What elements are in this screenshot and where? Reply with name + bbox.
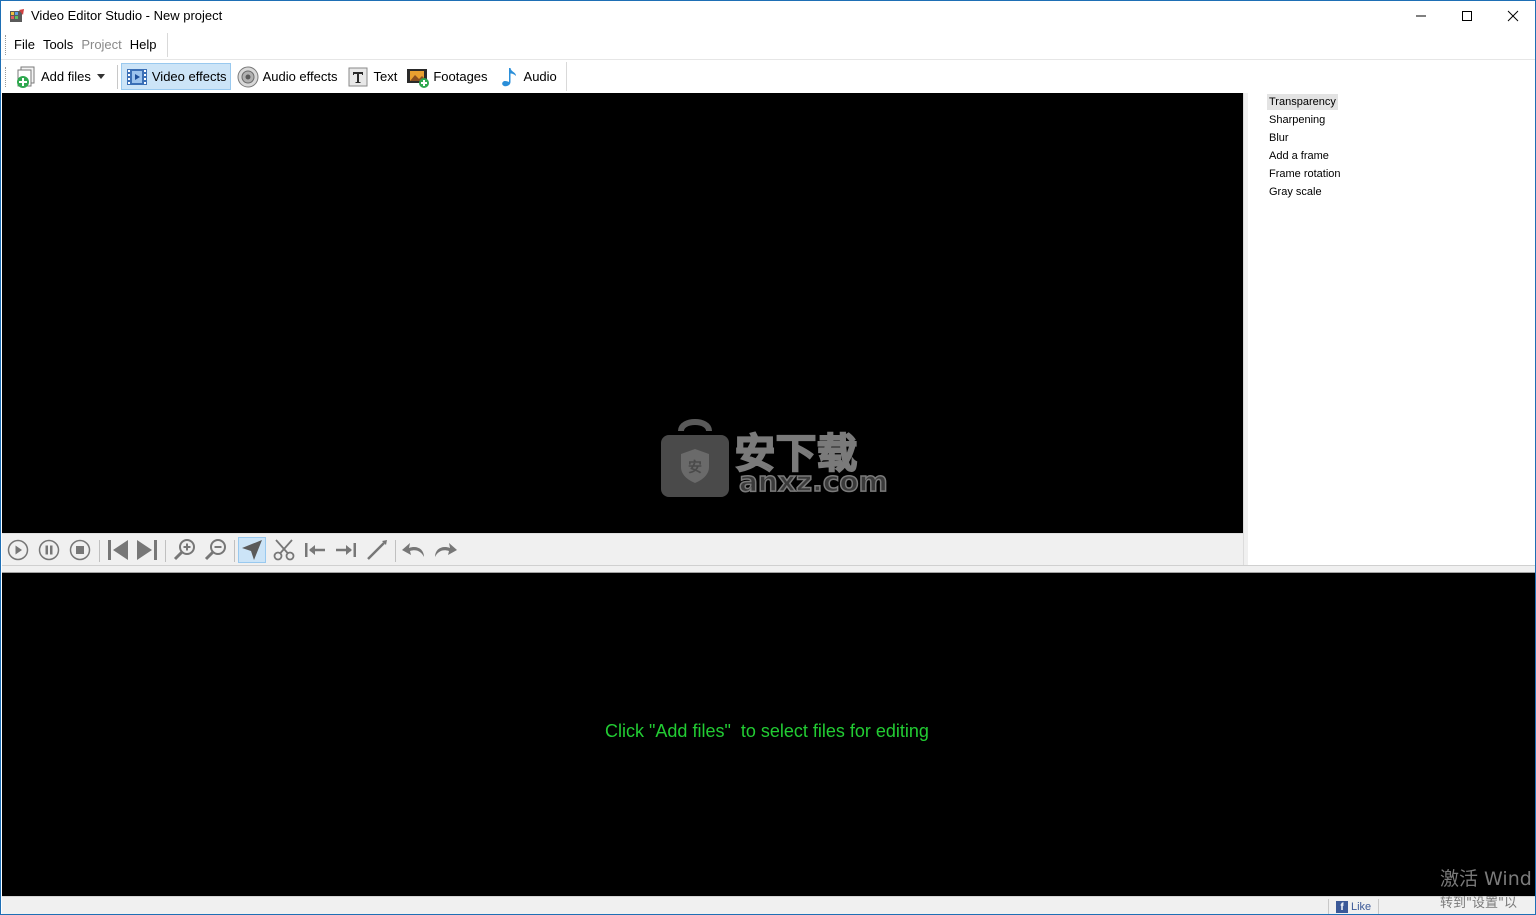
timeline-area[interactable]: Click "Add files" to select files for ed… [2, 573, 1535, 896]
timeline-empty-message: Click "Add files" to select files for ed… [605, 721, 929, 741]
undo-button[interactable] [400, 537, 428, 563]
app-window: Video Editor Studio - New project File T… [0, 0, 1536, 915]
audio-label: Audio [523, 69, 557, 84]
skip-back-icon [108, 540, 128, 560]
effects-list-panel: Transparency Sharpening Blur Add a frame… [1249, 93, 1535, 565]
audio-effects-button[interactable]: Audio effects [232, 63, 342, 90]
close-button[interactable] [1490, 1, 1535, 31]
undo-icon [402, 543, 424, 557]
toolbar-grip[interactable] [5, 66, 8, 87]
play-icon [7, 539, 29, 561]
cut-button[interactable] [270, 537, 298, 563]
pause-button[interactable] [35, 537, 63, 563]
zoom-out-button[interactable] [202, 537, 230, 563]
zoom-in-button[interactable] [171, 537, 199, 563]
toolbar-separator [116, 64, 118, 89]
footages-button[interactable]: Footages [402, 63, 491, 90]
player-controls [2, 533, 1243, 565]
previous-frame-button[interactable] [104, 537, 132, 563]
effect-item-frame-rotation[interactable]: Frame rotation [1267, 166, 1343, 182]
menu-grip[interactable] [5, 35, 8, 55]
cursor-arrow-icon [242, 540, 262, 560]
select-tool-button[interactable] [238, 537, 266, 563]
trim-end-button[interactable] [332, 537, 360, 563]
trim-right-icon [336, 543, 356, 557]
control-separator [395, 540, 396, 562]
app-icon [10, 9, 24, 22]
like-label: Like [1351, 901, 1372, 913]
effect-item-sharpening[interactable]: Sharpening [1267, 112, 1327, 128]
effect-item-blur[interactable]: Blur [1267, 130, 1291, 146]
redo-button[interactable] [431, 537, 459, 563]
audio-effects-label: Audio effects [262, 69, 338, 84]
trim-start-button[interactable] [301, 537, 329, 563]
control-separator [234, 540, 235, 562]
effect-item-gray-scale[interactable]: Gray scale [1267, 184, 1324, 200]
video-effects-label: Video effects [151, 69, 227, 84]
redo-icon [435, 543, 457, 557]
add-files-icon [17, 66, 35, 88]
close-icon [1507, 10, 1519, 22]
minimize-icon [1416, 15, 1426, 17]
effect-item-transparency[interactable]: Transparency [1267, 94, 1338, 110]
maximize-icon [1462, 11, 1472, 21]
window-title: Video Editor Studio - New project [31, 8, 223, 23]
chevron-down-icon[interactable] [96, 74, 105, 79]
footages-icon [407, 68, 430, 88]
effect-item-add-a-frame[interactable]: Add a frame [1267, 148, 1331, 164]
control-separator [99, 540, 100, 562]
skip-forward-icon [137, 540, 157, 560]
title-bar: Video Editor Studio - New project [1, 1, 1535, 31]
video-preview[interactable] [2, 93, 1243, 533]
next-frame-button[interactable] [133, 537, 161, 563]
video-effects-button[interactable]: Video effects [120, 63, 231, 90]
windows-activation-watermark: 激活 Wind [1440, 868, 1532, 890]
vertical-splitter[interactable] [1243, 93, 1248, 565]
text-label: Text [373, 69, 398, 84]
facebook-icon: f [1336, 901, 1348, 913]
main-toolbar: Add files Video effects Audio effects Te… [1, 59, 1535, 92]
status-bar: f Like [2, 896, 1535, 914]
menu-help[interactable]: Help [126, 33, 161, 57]
split-button[interactable] [363, 537, 391, 563]
zoom-in-icon [173, 539, 195, 561]
stop-button[interactable] [66, 537, 94, 563]
stop-icon [69, 539, 91, 561]
status-pane-divider [1378, 899, 1379, 914]
minimize-button[interactable] [1398, 1, 1444, 31]
menu-project[interactable]: Project [77, 33, 125, 57]
text-icon [348, 67, 368, 86]
play-button[interactable] [4, 537, 32, 563]
horizontal-splitter[interactable] [2, 565, 1535, 573]
facebook-like-button[interactable]: f Like [1336, 899, 1372, 914]
scissors-icon [273, 539, 295, 561]
pause-icon [38, 539, 60, 561]
control-separator [165, 540, 166, 562]
shopping-bag-icon: 安 [661, 419, 729, 497]
menu-tools[interactable]: Tools [39, 33, 77, 57]
status-pane-divider [1328, 899, 1329, 914]
speaker-icon [237, 66, 259, 87]
footages-label: Footages [433, 69, 488, 84]
menu-file[interactable]: File [10, 33, 39, 57]
maximize-button[interactable] [1444, 1, 1490, 31]
trim-left-icon [305, 543, 325, 557]
audio-button[interactable]: Audio [493, 63, 561, 90]
add-files-button[interactable]: Add files [10, 63, 113, 90]
text-button[interactable]: Text [342, 63, 401, 90]
knife-icon [367, 540, 387, 560]
menu-bar: File Tools Project Help [1, 31, 1535, 59]
film-icon [126, 68, 147, 85]
svg-text:安: 安 [688, 459, 702, 476]
windows-activation-subtext: 转到"设置"以 [1440, 896, 1517, 911]
zoom-out-icon [204, 539, 226, 561]
watermark: 安 安下载 anxz.com [659, 413, 889, 503]
music-note-icon [501, 67, 516, 86]
watermark-domain-text: anxz.com [738, 464, 888, 499]
add-files-label: Add files [41, 69, 91, 84]
